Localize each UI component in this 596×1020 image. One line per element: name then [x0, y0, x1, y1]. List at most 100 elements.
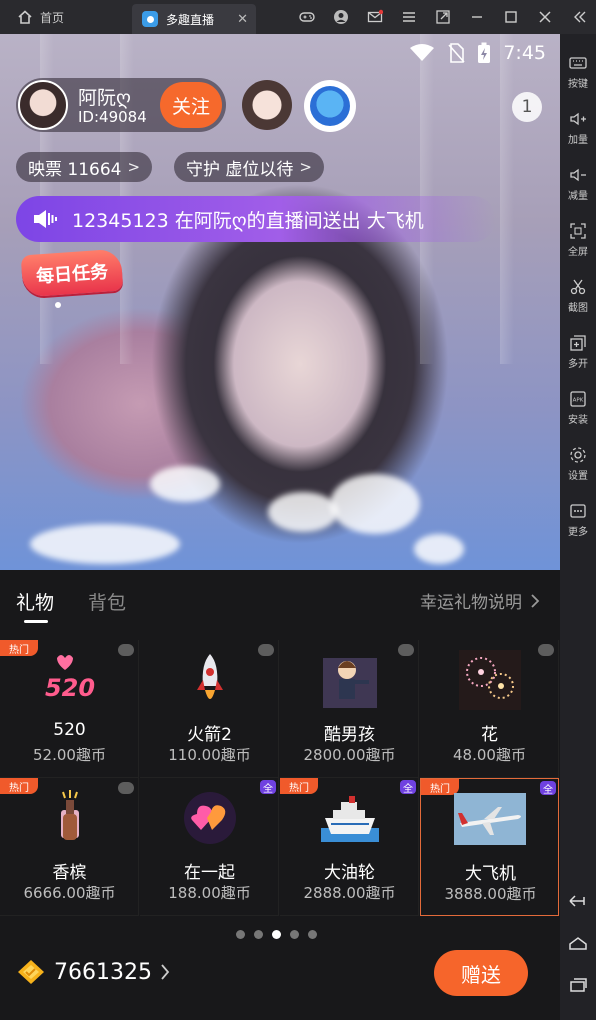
- toolbar-settings-button[interactable]: 设置: [560, 436, 596, 492]
- gift-item-selected[interactable]: 热门 全 大飞机 3888.00趣币: [420, 778, 559, 916]
- speaker-icon: [34, 210, 57, 228]
- popout-icon[interactable]: [426, 0, 460, 34]
- user-icon[interactable]: [324, 0, 358, 34]
- indicator-dot: [55, 302, 61, 308]
- gift-name: 香槟: [52, 863, 87, 883]
- svg-text:APK: APK: [573, 398, 584, 404]
- toolbar-multi-open-button[interactable]: 多开: [560, 324, 596, 380]
- gift-item[interactable]: 热门 520 520 52.00趣币: [0, 640, 139, 778]
- emulator-window: 首页 多趣直播 ✕ 按键 加量 减量 全屏 截图 多开 APK 安装 设置 更多…: [0, 0, 596, 1020]
- gamepad-icon[interactable]: [290, 0, 324, 34]
- guard-chip[interactable]: 守护 虚位以待 >: [174, 152, 324, 182]
- back-button[interactable]: [560, 880, 596, 922]
- coin-balance[interactable]: 7661325: [16, 958, 170, 986]
- tab-close-icon[interactable]: ✕: [237, 12, 248, 27]
- anchor-id: ID:49084: [78, 108, 147, 126]
- scissors-icon: [570, 279, 586, 295]
- cloud-overlay: [414, 534, 464, 564]
- fullscreen-icon: [570, 223, 586, 239]
- back-icon: [569, 895, 585, 907]
- cloud-overlay: [30, 524, 180, 564]
- phone-screen: 7:45 阿阮ღ ID:49084 关注 1 映票 11664 > 守护 虚位以…: [0, 34, 560, 1020]
- page-dot[interactable]: [254, 930, 263, 939]
- minimize-icon[interactable]: [460, 0, 494, 34]
- menu-icon[interactable]: [392, 0, 426, 34]
- toolbar-keymap-button[interactable]: 按键: [560, 44, 596, 100]
- gift-price: 6666.00趣币: [23, 884, 116, 902]
- 520-icon: 520: [45, 655, 95, 702]
- gift-price: 2800.00趣币: [303, 746, 396, 764]
- page-dot[interactable]: [236, 930, 245, 939]
- gift-price: 2888.00趣币: [303, 884, 396, 902]
- viewer-avatar[interactable]: [242, 80, 292, 130]
- toolbar-screenshot-button[interactable]: 截图: [560, 268, 596, 324]
- gift-name: 在一起: [184, 863, 235, 883]
- toolbar-more-button[interactable]: 更多: [560, 492, 596, 548]
- wifi-icon: [410, 44, 435, 61]
- toolbar-more-label: 更多: [568, 527, 588, 538]
- close-icon[interactable]: [528, 0, 562, 34]
- page-dot[interactable]: [308, 930, 317, 939]
- anchor-avatar[interactable]: [18, 80, 68, 130]
- maximize-icon[interactable]: [494, 0, 528, 34]
- gift-broadcast-banner[interactable]: 12345123 在阿阮ღ的直播间送出 大飞机: [16, 196, 496, 242]
- svg-text:520: 520: [45, 674, 95, 702]
- toolbar-volume-down-button[interactable]: 减量: [560, 156, 596, 212]
- gift-item[interactable]: 酷男孩 2800.00趣币: [280, 640, 419, 778]
- tab-gift[interactable]: 礼物: [16, 588, 54, 615]
- daily-task-button[interactable]: 每日任务: [18, 246, 124, 300]
- lucky-gift-info-link[interactable]: 幸运礼物说明: [420, 588, 540, 613]
- emulator-toolbar: 按键 加量 减量 全屏 截图 多开 APK 安装 设置 更多: [560, 34, 596, 1020]
- toolbar-install-button[interactable]: APK 安装: [560, 380, 596, 436]
- collapse-icon[interactable]: [562, 0, 596, 34]
- toolbar-volume-up-button[interactable]: 加量: [560, 100, 596, 156]
- champagne-icon: [61, 790, 79, 840]
- gift-name: 大飞机: [465, 864, 516, 884]
- viewer-count[interactable]: 1: [512, 92, 542, 122]
- page-dot-active[interactable]: [272, 930, 281, 939]
- toolbar-fullscreen-button[interactable]: 全屏: [560, 212, 596, 268]
- app-tab[interactable]: 多趣直播 ✕: [132, 4, 256, 34]
- volume-down-icon: [570, 168, 586, 182]
- gift-item[interactable]: 花 48.00趣币: [420, 640, 559, 778]
- chevron-right-icon: [161, 964, 170, 980]
- gift-price: 52.00趣币: [33, 746, 106, 764]
- gift-price: 48.00趣币: [453, 746, 526, 764]
- gift-tag-icon: [118, 782, 134, 794]
- send-gift-button[interactable]: 赠送: [434, 950, 528, 996]
- tickets-chip[interactable]: 映票 11664 >: [16, 152, 153, 182]
- gift-item[interactable]: 全 在一起 188.00趣币: [140, 778, 279, 916]
- anchor-name: 阿阮ღ: [78, 87, 131, 109]
- home-button[interactable]: [560, 922, 596, 964]
- cloud-overlay: [330, 474, 420, 534]
- gift-item[interactable]: 热门 全 大油轮 2888.00趣币: [280, 778, 419, 916]
- lucky-gift-info-label: 幸运礼物说明: [420, 593, 522, 613]
- more-icon: [570, 504, 586, 518]
- tab-bag[interactable]: 背包: [88, 588, 126, 615]
- recents-button[interactable]: [560, 964, 596, 1006]
- viewer-avatar[interactable]: [304, 80, 356, 132]
- cloud-overlay: [268, 492, 338, 532]
- gift-broadcast-text: 12345123 在阿阮ღ的直播间送出 大飞机: [72, 209, 424, 232]
- chevron-right-icon: >: [127, 158, 141, 176]
- cool-boy-icon: [323, 658, 377, 708]
- gift-price: 188.00趣币: [168, 884, 251, 902]
- gift-price: 110.00趣币: [168, 746, 251, 764]
- toolbar-multi-open-label: 多开: [568, 359, 588, 370]
- hot-badge: 热门: [0, 778, 38, 794]
- gift-item[interactable]: 热门 香槟 6666.00趣币: [0, 778, 139, 916]
- airplane-icon: [454, 793, 526, 845]
- gift-name: 花: [481, 725, 498, 745]
- follow-button[interactable]: 关注: [160, 82, 222, 128]
- page-dot[interactable]: [290, 930, 299, 939]
- apk-icon: APK: [570, 391, 586, 407]
- home-tab[interactable]: 首页: [0, 0, 130, 34]
- mail-icon[interactable]: [358, 0, 392, 34]
- chevron-right-icon: >: [299, 158, 312, 176]
- mascot-avatar-icon: [310, 86, 350, 126]
- page-indicator: [236, 930, 317, 939]
- app-tab-label: 多趣直播: [166, 12, 215, 27]
- tickets-label: 映票 11664: [28, 159, 122, 180]
- gift-item[interactable]: 火箭2 110.00趣币: [140, 640, 279, 778]
- chevron-right-icon: [531, 593, 540, 608]
